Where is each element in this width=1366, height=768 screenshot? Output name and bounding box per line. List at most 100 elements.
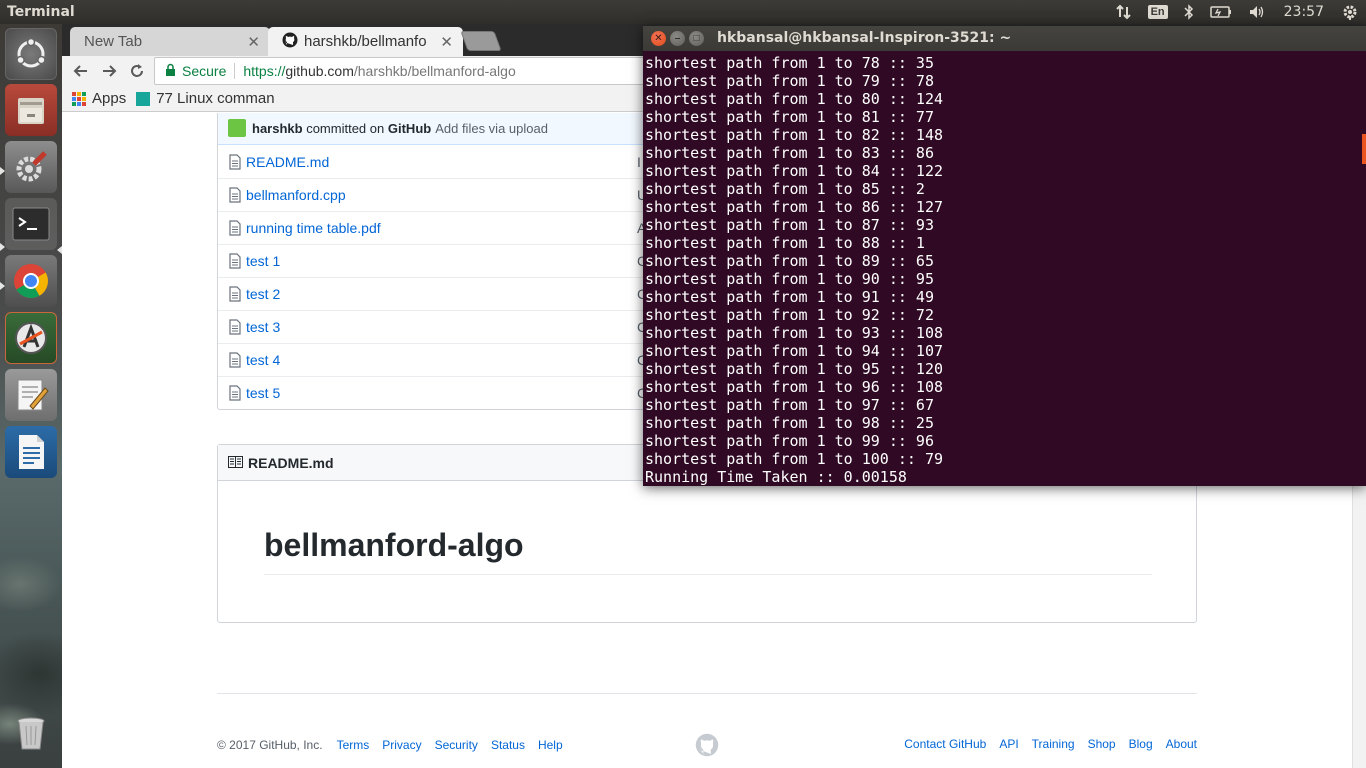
terminal-line: shortest path from 1 to 95 :: 120 — [645, 360, 944, 378]
terminal-line: shortest path from 1 to 99 :: 96 — [645, 432, 934, 450]
terminal-line: shortest path from 1 to 88 :: 1 — [645, 234, 925, 252]
forward-icon[interactable] — [98, 60, 120, 82]
clock[interactable]: 23:57 — [1274, 0, 1334, 24]
close-icon[interactable]: ✕ — [440, 33, 453, 51]
terminal-titlebar[interactable]: ✕ – □ hkbansal@hkbansal-Inspiron-3521: ~ — [643, 26, 1366, 51]
terminal-line: shortest path from 1 to 93 :: 108 — [645, 324, 944, 342]
footer-link-shop[interactable]: Shop — [1088, 737, 1116, 751]
reload-icon[interactable] — [126, 60, 148, 82]
volume-icon[interactable] — [1240, 0, 1274, 24]
terminal-output[interactable]: shortest path from 1 to 78 :: 35 shortest… — [645, 54, 1364, 486]
bluetooth-icon[interactable] — [1176, 0, 1202, 24]
terminal-scroll-marker — [1362, 134, 1366, 164]
software-updater-icon[interactable] — [5, 312, 57, 364]
system-settings-icon[interactable] — [5, 141, 57, 193]
footer-link-api[interactable]: API — [999, 737, 1018, 751]
footer-link-security[interactable]: Security — [435, 738, 478, 752]
tab-github-repo[interactable]: harshkb/bellmanfo ✕ — [268, 27, 463, 56]
github-mark-icon[interactable] — [695, 733, 719, 760]
new-tab-button[interactable] — [460, 31, 502, 51]
indicator-area: En 23:57 — [1108, 0, 1366, 24]
footer-link-status[interactable]: Status — [491, 738, 525, 752]
terminal-line: shortest path from 1 to 83 :: 86 — [645, 144, 934, 162]
file-icon — [229, 385, 241, 401]
file-link[interactable]: bellmanford.cpp — [246, 187, 346, 203]
footer-link-help[interactable]: Help — [538, 738, 563, 752]
commit-message[interactable]: Add files via upload — [435, 121, 548, 136]
file-link[interactable]: README.md — [246, 154, 329, 170]
terminal-line: shortest path from 1 to 86 :: 127 — [645, 198, 944, 216]
file-icon — [229, 153, 241, 170]
commit-author[interactable]: harshkb — [252, 121, 303, 136]
battery-icon[interactable] — [1202, 0, 1240, 24]
footer-link-terms[interactable]: Terms — [337, 738, 370, 752]
back-icon[interactable] — [70, 60, 92, 82]
lock-icon — [165, 63, 176, 79]
file-link[interactable]: test 2 — [246, 286, 280, 302]
running-indicator — [0, 167, 5, 175]
tab-new-tab[interactable]: New Tab ✕ — [70, 27, 270, 56]
terminal-line: shortest path from 1 to 82 :: 148 — [645, 126, 944, 144]
terminal-line: shortest path from 1 to 94 :: 107 — [645, 342, 944, 360]
files-icon[interactable] — [5, 84, 57, 136]
secure-label: Secure — [182, 63, 227, 79]
avatar[interactable] — [228, 119, 246, 137]
bookmark-linux-commands[interactable]: 77 Linux comman — [136, 90, 275, 107]
ubuntu-dash-icon[interactable] — [5, 28, 57, 80]
terminal-title: hkbansal@hkbansal-Inspiron-3521: ~ — [717, 30, 1012, 46]
footer-link-contact[interactable]: Contact GitHub — [904, 737, 986, 751]
language-label: En — [1147, 5, 1168, 19]
tab-label: harshkb/bellmanfo — [304, 33, 427, 50]
maximize-icon[interactable]: □ — [689, 31, 704, 46]
terminal-line: shortest path from 1 to 78 :: 35 — [645, 54, 934, 72]
close-icon[interactable]: ✕ — [651, 31, 666, 46]
file-icon — [229, 187, 241, 203]
terminal-line: shortest path from 1 to 97 :: 67 — [645, 396, 934, 414]
footer-link-blog[interactable]: Blog — [1129, 737, 1153, 751]
network-icon[interactable] — [1108, 0, 1140, 24]
text-editor-icon[interactable] — [5, 369, 57, 421]
tab-label: New Tab — [84, 33, 143, 50]
terminal-line: shortest path from 1 to 91 :: 49 — [645, 288, 934, 306]
running-indicator — [0, 282, 5, 290]
footer-link-training[interactable]: Training — [1032, 737, 1075, 751]
terminal-line: Running Time Taken :: 0.00158 — [645, 468, 907, 486]
file-link[interactable]: test 1 — [246, 253, 280, 269]
terminal-line: shortest path from 1 to 80 :: 124 — [645, 90, 944, 108]
file-icon — [229, 352, 241, 368]
book-icon — [228, 455, 243, 471]
trash-icon[interactable] — [5, 707, 57, 759]
url-path: /harshkb/bellmanford-algo — [353, 63, 516, 79]
commit-verb: committed on — [306, 120, 385, 136]
terminal-line: shortest path from 1 to 90 :: 95 — [645, 270, 934, 288]
focused-indicator — [57, 246, 62, 254]
file-link[interactable]: test 3 — [246, 319, 280, 335]
terminal-line: shortest path from 1 to 79 :: 78 — [645, 72, 934, 90]
readme-title: bellmanford-algo — [264, 527, 1152, 575]
github-icon — [282, 32, 298, 52]
close-icon[interactable]: ✕ — [247, 33, 260, 51]
file-link[interactable]: test 5 — [246, 385, 280, 401]
footer-divider — [217, 693, 1197, 694]
file-icon — [229, 286, 241, 302]
terminal-window: ✕ – □ hkbansal@hkbansal-Inspiron-3521: ~… — [643, 26, 1366, 486]
minimize-icon[interactable]: – — [670, 31, 685, 46]
chrome-icon[interactable] — [5, 255, 57, 307]
gear-icon[interactable] — [1334, 0, 1366, 24]
file-link[interactable]: test 4 — [246, 352, 280, 368]
url-host: github.com — [285, 63, 354, 79]
file-icon — [229, 319, 241, 335]
bookmark-apps[interactable]: Apps — [72, 90, 126, 107]
file-commit-message[interactable]: I — [637, 154, 641, 170]
keyboard-layout-indicator[interactable]: En — [1140, 0, 1176, 24]
bookmark-label: 77 Linux comman — [156, 90, 275, 107]
bookmark-label: Apps — [92, 90, 127, 107]
footer-link-privacy[interactable]: Privacy — [382, 738, 421, 752]
terminal-line: shortest path from 1 to 92 :: 72 — [645, 306, 934, 324]
file-link[interactable]: running time table.pdf — [246, 220, 381, 236]
divider — [234, 63, 236, 79]
terminal-launcher-icon[interactable] — [5, 198, 57, 250]
terminal-line: shortest path from 1 to 87 :: 93 — [645, 216, 934, 234]
libreoffice-writer-icon[interactable] — [5, 426, 57, 478]
footer-link-about[interactable]: About — [1166, 737, 1197, 751]
